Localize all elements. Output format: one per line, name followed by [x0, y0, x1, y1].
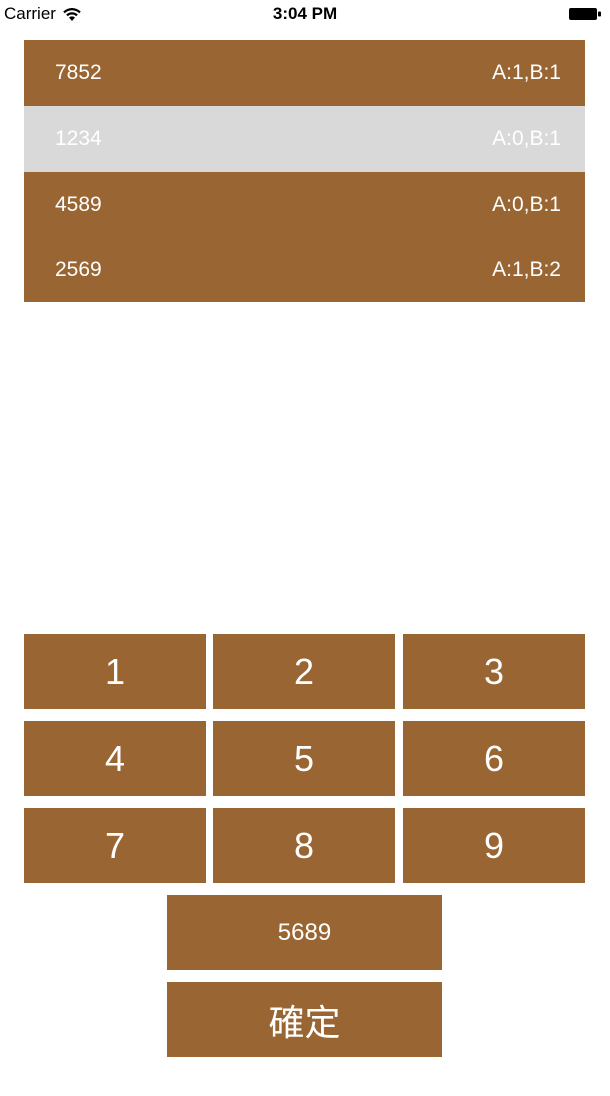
key-4[interactable]: 4	[24, 721, 206, 796]
history-row[interactable]: 7852 A:1,B:1	[24, 40, 585, 106]
history-result: A:1,B:1	[492, 61, 561, 84]
current-guess-display: 5689	[167, 895, 442, 970]
status-time: 3:04 PM	[272, 4, 338, 23]
history-guess: 7852	[55, 61, 102, 84]
confirm-button[interactable]: 確定	[167, 982, 442, 1057]
history-row[interactable]: 1234 A:0,B:1	[24, 106, 585, 172]
history-result: A:1,B:2	[492, 258, 561, 281]
history-guess: 2569	[55, 258, 102, 281]
battery-icon	[569, 8, 601, 20]
guess-history-list: 7852 A:1,B:1 1234 A:0,B:1 4589 A:0,B:1 2…	[24, 40, 585, 302]
key-2[interactable]: 2	[213, 634, 395, 709]
history-result: A:0,B:1	[492, 127, 561, 150]
key-5[interactable]: 5	[213, 721, 395, 796]
key-8[interactable]: 8	[213, 808, 395, 883]
history-guess: 4589	[55, 193, 102, 216]
history-row[interactable]: 2569 A:1,B:2	[24, 238, 585, 302]
history-row[interactable]: 4589 A:0,B:1	[24, 172, 585, 238]
app-screen: Carrier 3:04 PM 7852 A:1,B:1 1234 A:0,B:…	[0, 0, 610, 1096]
status-bar: Carrier 3:04 PM	[0, 0, 610, 30]
history-result: A:0,B:1	[492, 193, 561, 216]
key-9[interactable]: 9	[403, 808, 585, 883]
key-1[interactable]: 1	[24, 634, 206, 709]
key-6[interactable]: 6	[403, 721, 585, 796]
key-7[interactable]: 7	[24, 808, 206, 883]
key-3[interactable]: 3	[403, 634, 585, 709]
history-guess: 1234	[55, 127, 102, 150]
